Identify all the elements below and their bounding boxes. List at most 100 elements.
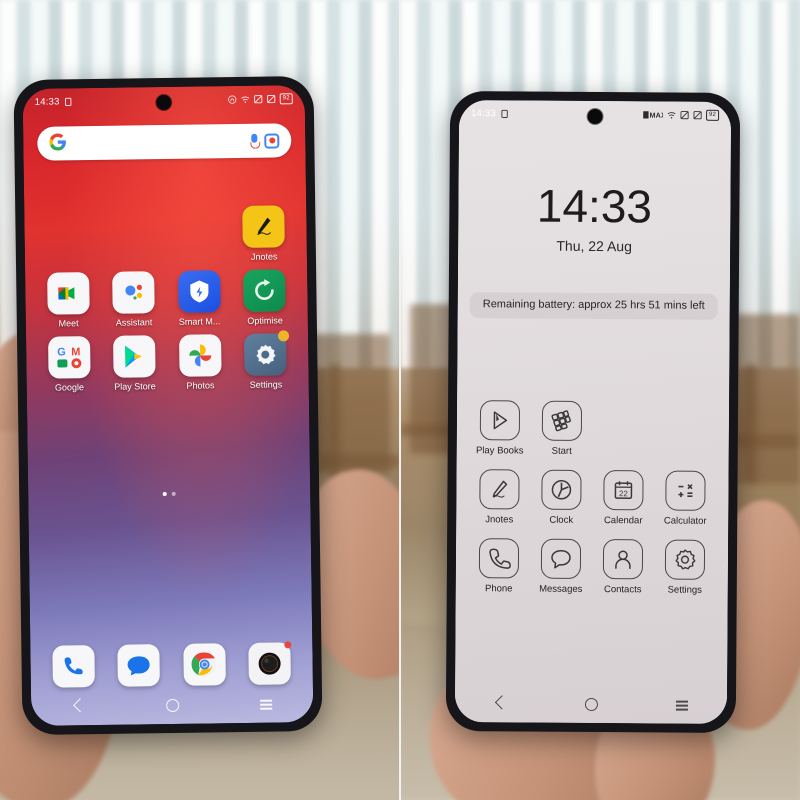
app-assistant[interactable]: Assistant (101, 271, 167, 328)
battery-notice[interactable]: Remaining battery: approx 25 hrs 51 mins… (469, 292, 718, 320)
back-icon[interactable] (65, 697, 91, 715)
phone-screen-left[interactable]: 14:33 92 Jnotes Meet Assistant Smart M..… (22, 85, 314, 726)
app-label: Jnotes (485, 514, 514, 526)
app-start[interactable]: Start (531, 400, 593, 457)
app-play-books[interactable]: Play Books (469, 400, 531, 457)
optimise-icon (243, 269, 286, 312)
google-photos-icon (178, 334, 222, 377)
recents-icon[interactable] (669, 696, 695, 714)
recents-icon[interactable] (253, 694, 279, 712)
app-row: Meet Assistant Smart M... Optimise (25, 269, 308, 329)
app-label: Photos (186, 380, 215, 391)
dock-app-messages[interactable]: Messages (106, 644, 172, 687)
phone-handset-icon (478, 538, 520, 579)
app-settings[interactable]: Settings (654, 539, 716, 596)
settings-icon (244, 330, 290, 376)
chrome-icon (183, 643, 226, 686)
left-photo: 14:33 92 Jnotes Meet Assistant Smart M..… (0, 0, 400, 800)
nfc-icon (228, 94, 237, 104)
sim2-icon (693, 110, 702, 119)
app-row: Jnotes Clock 22 Calendar Calculator (456, 469, 728, 527)
jnotes-pen-icon (479, 469, 520, 510)
app-settings[interactable]: Settings (233, 330, 299, 390)
app-optimise[interactable]: Optimise (232, 269, 298, 326)
page-dot[interactable] (171, 491, 176, 496)
update-badge (278, 330, 290, 342)
front-camera-punch-hole (587, 108, 603, 125)
nav-bar-right (455, 688, 727, 720)
speech-bubble-icon (540, 538, 582, 579)
app-google-folder[interactable]: G M Google (36, 336, 102, 393)
wallpaper-gradient (22, 85, 314, 726)
alarm-icon (64, 97, 72, 106)
app-row: Phone Messages Contacts Settings (456, 538, 728, 596)
sim2-icon (267, 94, 276, 103)
app-jnotes[interactable]: Jnotes (231, 205, 297, 262)
app-label: Assistant (115, 317, 153, 328)
battery-indicator: 92 (279, 92, 293, 104)
hd-max-icon: MAX (643, 110, 663, 119)
app-label: Phone (484, 583, 513, 595)
svg-text:MAX: MAX (649, 110, 663, 119)
clock-icon (541, 469, 582, 510)
app-calculator[interactable]: Calculator (654, 470, 716, 527)
dock-app-chrome[interactable]: Chrome (171, 643, 237, 686)
google-assistant-icon (112, 271, 155, 314)
app-jnotes[interactable]: Jnotes (468, 469, 530, 525)
app-phone[interactable]: Phone (468, 538, 530, 594)
home-icon[interactable] (159, 696, 185, 714)
camera-icon (248, 641, 292, 685)
google-search-bar[interactable] (37, 123, 292, 161)
page-indicator (162, 491, 176, 497)
dock-app-camera[interactable]: Camera (237, 641, 303, 685)
start-grid-icon (541, 400, 583, 441)
app-row: G M Google Play Store Photos Settings (26, 330, 309, 393)
mic-icon[interactable] (250, 134, 258, 148)
clock-date: Thu, 22 Aug (556, 237, 632, 255)
messages-icon (117, 644, 161, 687)
app-label: Google (54, 382, 85, 393)
google-lens-icon[interactable] (264, 132, 280, 149)
app-label: Optimise (247, 315, 283, 326)
app-grid-right: Play Books Start Jnotes Clock 22 Calenda… (456, 400, 729, 609)
home-icon[interactable] (578, 695, 604, 713)
app-label: Calendar (603, 515, 643, 527)
battery-indicator: 92 (705, 109, 720, 121)
app-play-store[interactable]: Play Store (102, 335, 168, 392)
google-folder-icon: G M (47, 336, 91, 379)
app-photos[interactable]: Photos (167, 334, 233, 391)
app-clock[interactable]: Clock (530, 469, 592, 526)
app-label: Meet (58, 318, 79, 329)
clock-widget[interactable]: 14:33 Thu, 22 Aug (458, 180, 730, 255)
dock-app-phone[interactable]: Phone (40, 645, 106, 688)
phone-device-left: 14:33 92 Jnotes Meet Assistant Smart M..… (13, 75, 323, 736)
play-store-icon (113, 335, 156, 378)
calculator-icon (665, 470, 706, 511)
phone-screen-right[interactable]: 14:33 MAX 92 14:33 Thu, 22 Aug Remaining… (454, 100, 732, 724)
app-label: Clock (549, 514, 574, 526)
page-dot-active[interactable] (162, 492, 167, 497)
app-meet[interactable]: Meet (35, 272, 101, 329)
app-row: Play Books Start (457, 400, 729, 458)
gear-icon (664, 539, 706, 580)
app-smart-manager[interactable]: Smart M... (166, 270, 232, 327)
jnotes-icon (242, 205, 286, 248)
app-label: Play Books (475, 445, 524, 457)
app-contacts[interactable]: Contacts (592, 539, 654, 595)
dock-left: Phone Messages (30, 641, 313, 688)
app-grid-left: Jnotes Meet Assistant Smart M... Optimis… (24, 205, 309, 401)
app-label: Messages (539, 583, 583, 595)
sim1-icon (680, 110, 689, 119)
play-books-icon (479, 400, 521, 441)
sim1-icon (254, 94, 263, 103)
wifi-icon (667, 111, 676, 118)
google-meet-icon (46, 272, 90, 315)
screenshot-stage: 14:33 92 Jnotes Meet Assistant Smart M..… (0, 0, 800, 800)
back-icon[interactable] (487, 694, 513, 712)
app-calendar[interactable]: 22 Calendar (592, 470, 654, 526)
camera-badge (284, 641, 292, 649)
app-row: Jnotes (24, 205, 307, 265)
wifi-icon (241, 96, 250, 103)
svg-text:G: G (57, 346, 66, 358)
app-messages[interactable]: Messages (530, 538, 592, 595)
